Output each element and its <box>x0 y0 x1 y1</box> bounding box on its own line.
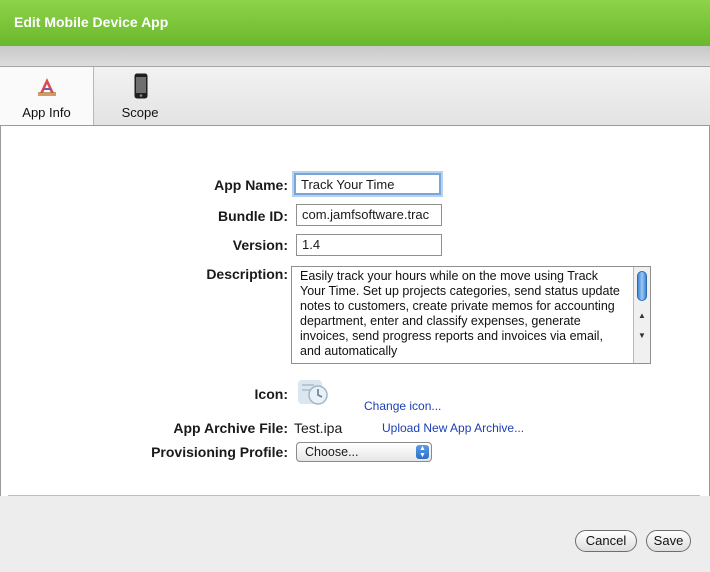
description-label: Description: <box>206 266 288 282</box>
select-stepper-icon: ▲ ▼ <box>416 445 429 459</box>
app-archive-label: App Archive File: <box>173 420 288 436</box>
title-bar: Edit Mobile Device App <box>0 0 710 46</box>
iphone-icon <box>134 73 148 99</box>
provisioning-profile-select[interactable]: Choose... ▲ ▼ <box>296 442 432 462</box>
description-textarea[interactable]: Easily track your hours while on the mov… <box>291 266 651 364</box>
tab-app-info-label: App Info <box>22 105 71 120</box>
scroll-up-arrow-icon[interactable]: ▲ <box>634 311 650 320</box>
version-label: Version: <box>232 237 288 253</box>
window-title: Edit Mobile Device App <box>14 14 169 30</box>
app-info-icon <box>38 78 56 96</box>
bundle-id-input[interactable]: com.jamfsoftware.trac <box>296 204 442 226</box>
scroll-down-arrow-icon[interactable]: ▼ <box>634 331 650 340</box>
app-archive-value: Test.ipa <box>294 420 343 436</box>
tab-app-info[interactable]: App Info <box>0 67 94 125</box>
upload-archive-link[interactable]: Upload New App Archive... <box>382 421 524 435</box>
version-input[interactable]: 1.4 <box>296 234 442 256</box>
app-clock-icon <box>298 380 328 405</box>
toolbar-strip <box>0 46 710 67</box>
provisioning-profile-value: Choose... <box>305 445 359 459</box>
description-scrollbar[interactable]: ▲ ▼ <box>633 267 650 363</box>
app-name-input[interactable]: Track Your Time <box>294 173 441 195</box>
save-button[interactable]: Save <box>646 530 691 552</box>
change-icon-link[interactable]: Change icon... <box>364 399 441 413</box>
description-text: Easily track your hours while on the mov… <box>300 269 620 358</box>
tab-bar: App Info Scope <box>0 67 710 126</box>
icon-label: Icon: <box>254 386 288 402</box>
bundle-id-label: Bundle ID: <box>218 208 288 224</box>
scroll-thumb[interactable] <box>637 271 647 301</box>
tab-scope[interactable]: Scope <box>100 67 182 125</box>
provisioning-profile-label: Provisioning Profile: <box>151 444 288 460</box>
tab-scope-label: Scope <box>121 105 159 120</box>
app-name-label: App Name: <box>214 177 288 193</box>
cancel-button[interactable]: Cancel <box>575 530 637 552</box>
